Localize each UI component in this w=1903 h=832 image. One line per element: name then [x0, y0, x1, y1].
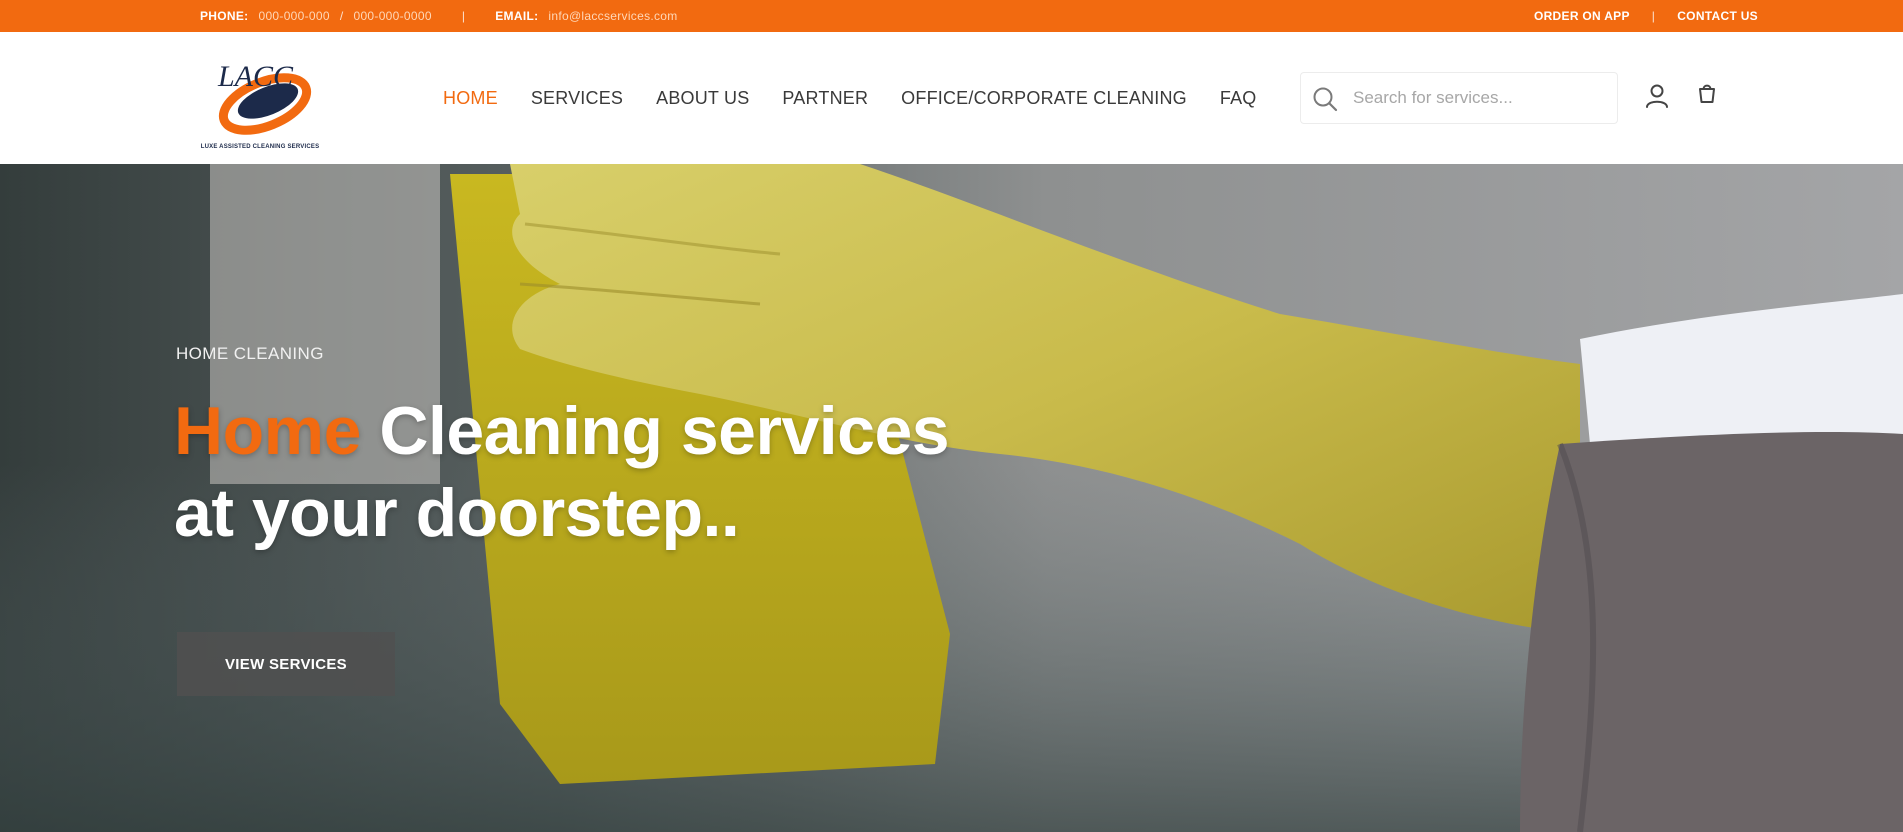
hero-banner: HOME CLEANING Home Cleaning services at … [0, 164, 1903, 832]
order-on-app-link[interactable]: ORDER ON APP [1534, 9, 1630, 23]
nav-services[interactable]: SERVICES [531, 88, 623, 109]
email-label: EMAIL: [495, 9, 539, 23]
email-address[interactable]: info@laccservices.com [548, 9, 677, 23]
main-nav: HOME SERVICES ABOUT US PARTNER OFFICE/CO… [443, 32, 1289, 164]
logo-mark: LACC [217, 60, 312, 135]
search-box [1300, 72, 1618, 124]
hero-title-line1: Cleaning services [360, 393, 950, 469]
top-bar-links: ORDER ON APP | CONTACT US [1534, 0, 1758, 32]
divider: | [461, 9, 466, 23]
hero-title-accent: Home [174, 393, 361, 469]
top-bar-contact: PHONE: 000-000-000 / 000-000-0000 | EMAI… [200, 0, 678, 32]
divider: / [339, 9, 344, 23]
cart-icon[interactable] [1693, 80, 1721, 108]
search-input[interactable] [1353, 83, 1603, 113]
nav-home[interactable]: HOME [443, 88, 498, 109]
phone-number-1[interactable]: 000-000-000 [258, 9, 329, 23]
nav-about-us[interactable]: ABOUT US [656, 88, 749, 109]
contact-us-link[interactable]: CONTACT US [1677, 9, 1758, 23]
hero-title: Home Cleaning services at your doorstep.… [174, 390, 950, 554]
logo-letters: LACC [217, 60, 294, 93]
nav-faq[interactable]: FAQ [1220, 88, 1257, 109]
hero-title-line2: at your doorstep.. [174, 475, 740, 551]
site-header: LACC LUXE ASSISTED CLEANING SERVICES HOM… [0, 32, 1903, 164]
view-services-button[interactable]: VIEW SERVICES [177, 632, 395, 696]
phone-label: PHONE: [200, 9, 249, 23]
site-logo[interactable]: LACC LUXE ASSISTED CLEANING SERVICES [180, 40, 340, 156]
top-bar: PHONE: 000-000-000 / 000-000-0000 | EMAI… [0, 0, 1903, 32]
search-icon[interactable] [1311, 85, 1339, 113]
user-icon[interactable] [1643, 82, 1671, 110]
divider: | [1651, 9, 1656, 23]
hero-kicker: HOME CLEANING [176, 344, 324, 363]
nav-partner[interactable]: PARTNER [782, 88, 868, 109]
logo-tagline: LUXE ASSISTED CLEANING SERVICES [200, 144, 320, 150]
phone-number-2[interactable]: 000-000-0000 [353, 9, 431, 23]
nav-office-corporate-cleaning[interactable]: OFFICE/CORPORATE CLEANING [901, 88, 1187, 109]
